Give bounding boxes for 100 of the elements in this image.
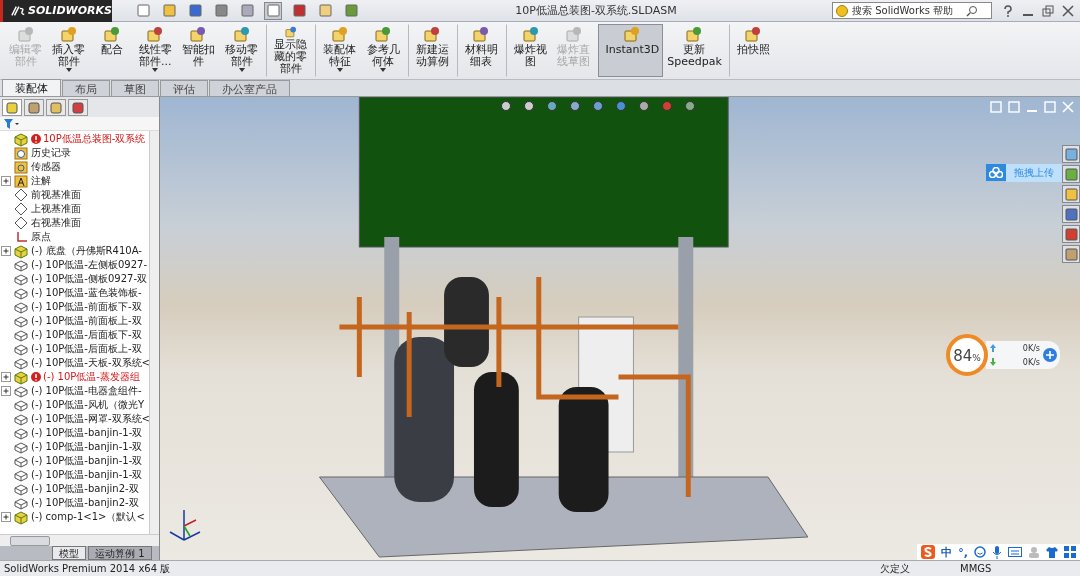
tree-item[interactable]: 前视基准面 xyxy=(31,188,81,202)
tree-item[interactable]: (-) 10P低温-侧板0927-双 xyxy=(31,272,147,286)
tree-item[interactable]: (-) 10P低温-风机（微光Y xyxy=(31,398,145,412)
ribbon-tab[interactable]: 布局 xyxy=(62,80,110,96)
ribbon-tab[interactable]: 装配体 xyxy=(2,79,61,96)
ribbon-button[interactable]: 参考几何体 xyxy=(361,24,405,77)
tree-item[interactable]: (-) 10P低温-前面板上-双 xyxy=(31,314,142,328)
view-tool-icon[interactable] xyxy=(684,100,697,113)
ribbon-button[interactable]: 配合 xyxy=(90,24,134,77)
toolbar-button[interactable] xyxy=(186,1,204,20)
view-tool-icon[interactable] xyxy=(569,100,582,113)
tree-item[interactable]: (-) 10P低温-电器盒组件- xyxy=(31,384,142,398)
toolbar-button[interactable] xyxy=(264,1,282,20)
smiley-icon[interactable] xyxy=(974,546,986,558)
toolbar-button[interactable] xyxy=(212,1,230,20)
tree-item[interactable]: (-) 10P低温-banjin2-双 xyxy=(31,496,139,510)
microphone-icon[interactable] xyxy=(992,545,1002,559)
tile-left-icon[interactable] xyxy=(990,101,1002,113)
tile-right-icon[interactable] xyxy=(1008,101,1020,113)
view-tool-icon[interactable] xyxy=(500,100,513,113)
toolbar-button[interactable] xyxy=(238,1,256,20)
ribbon-tab[interactable]: 草图 xyxy=(111,80,159,96)
tree-item[interactable]: (-) 10P低温-前面板下-双 xyxy=(31,300,142,314)
unit-system[interactable]: MMGS xyxy=(960,563,1080,574)
expand-icon[interactable] xyxy=(1,246,11,256)
ime-logo-icon[interactable] xyxy=(921,545,936,559)
ribbon-tab[interactable]: 评估 xyxy=(160,80,208,96)
tree-item[interactable]: (-) 10P低温-网罩-双系统< xyxy=(31,412,150,426)
expand-icon[interactable] xyxy=(1,372,11,382)
ribbon-button[interactable]: 移动零部件 xyxy=(219,24,264,77)
task-pane-tab[interactable] xyxy=(1062,205,1080,223)
view-tool-icon[interactable] xyxy=(546,100,559,113)
tree-item[interactable]: (-) 10P低温-banjin-1-双 xyxy=(31,468,143,482)
ribbon-button[interactable]: 拍快照 xyxy=(728,24,775,77)
tree-item[interactable]: (-) 10P低温-banjin2-双 xyxy=(31,482,139,496)
tree-item[interactable]: (-) 10P低温-蓝色装饰板- xyxy=(31,286,142,300)
close-icon[interactable] xyxy=(1062,4,1074,17)
tree-item[interactable]: (-) 10P低温-后面板下-双 xyxy=(31,328,142,342)
view-tool-icon[interactable] xyxy=(523,100,536,113)
panel-tab[interactable] xyxy=(2,99,22,116)
tree-item[interactable]: 注解 xyxy=(31,174,51,188)
tree-item[interactable]: 历史记录 xyxy=(31,146,71,160)
tree-item[interactable]: (-) 10P低温-banjin-1-双 xyxy=(31,440,143,454)
expand-icon[interactable] xyxy=(1,386,11,396)
help-icon[interactable] xyxy=(1002,4,1014,17)
tree-item[interactable]: (-) 10P低温-天板-双系统< xyxy=(31,356,150,370)
grid-icon[interactable] xyxy=(1064,546,1076,558)
tree-item[interactable]: (-) 10P低温-左侧板0927- xyxy=(31,258,147,272)
task-pane-tab[interactable] xyxy=(1062,225,1080,243)
ribbon-button[interactable]: 装配体特征 xyxy=(315,24,362,77)
toolbar-button[interactable] xyxy=(290,1,308,20)
ribbon-button[interactable]: 插入零部件 xyxy=(47,24,91,77)
ribbon-button[interactable]: 智能扣件 xyxy=(176,24,220,77)
ribbon-button[interactable]: 线性零部件... xyxy=(133,24,177,77)
panel-tab[interactable] xyxy=(24,99,44,116)
expand-icon[interactable] xyxy=(1,512,11,522)
ribbon-button[interactable]: 爆炸视图 xyxy=(506,24,553,77)
tree-item[interactable]: 10P低温总装图-双系统 xyxy=(43,132,146,146)
panel-tab[interactable] xyxy=(46,99,66,116)
tree-item[interactable]: (-) 10P低温-后面板上-双 xyxy=(31,342,142,356)
ime-mode[interactable]: 中 xyxy=(941,544,953,560)
task-pane-tab[interactable] xyxy=(1062,185,1080,203)
bottom-tab[interactable]: 模型 xyxy=(52,546,86,560)
tree-item[interactable]: (-) comp-1<1>（默认< xyxy=(31,510,145,524)
toolbar-button[interactable] xyxy=(160,1,178,20)
ribbon-button[interactable]: 材料明细表 xyxy=(456,24,504,77)
memory-gauge[interactable]: 84% xyxy=(946,334,988,376)
tree-item[interactable]: (-) 底盘（丹佛斯R410A- xyxy=(31,244,142,258)
shirt-icon[interactable] xyxy=(1046,546,1058,558)
tree-item[interactable]: (-) 10P低温-banjin-1-双 xyxy=(31,454,143,468)
task-pane-tab[interactable] xyxy=(1062,165,1080,183)
add-button[interactable] xyxy=(1043,348,1057,362)
tree-item[interactable]: 上视基准面 xyxy=(31,202,81,216)
keyboard-icon[interactable] xyxy=(1008,547,1022,557)
toolbar-button[interactable] xyxy=(342,1,360,20)
panel-tab[interactable] xyxy=(68,99,88,116)
search-field[interactable]: 搜索 SolidWorks 帮助 xyxy=(832,2,992,19)
view-tool-icon[interactable] xyxy=(615,100,628,113)
ribbon-button[interactable]: 新建运动算例 xyxy=(407,24,454,77)
ribbon-button[interactable]: Instant3D xyxy=(598,24,664,77)
search-icon[interactable] xyxy=(966,4,978,17)
ribbon-button[interactable]: 显示隐藏的零部件 xyxy=(266,24,313,77)
view-tool-icon[interactable] xyxy=(592,100,605,113)
bottom-tab[interactable]: 运动算例 1 xyxy=(88,546,152,560)
scroll-thumb[interactable] xyxy=(10,535,50,546)
view-tool-icon[interactable] xyxy=(638,100,651,113)
tree-item[interactable]: 右视基准面 xyxy=(31,216,81,230)
scroll-bar[interactable] xyxy=(149,131,159,534)
expand-icon[interactable] xyxy=(1,176,11,186)
tree-item[interactable]: (-) 10P低温-蒸发器组 xyxy=(43,370,140,384)
restore-icon[interactable] xyxy=(1042,4,1054,17)
ribbon-tab[interactable]: 办公室产品 xyxy=(209,80,290,96)
punctuation-mode[interactable]: °, xyxy=(958,545,968,559)
toolbar-button[interactable] xyxy=(134,1,152,20)
ribbon-button[interactable]: 更新Speedpak xyxy=(663,24,726,77)
toolbar-button[interactable] xyxy=(316,1,334,20)
tree-item[interactable]: (-) 10P低温-banjin-1-双 xyxy=(31,426,143,440)
filter-icon[interactable] xyxy=(4,118,20,129)
tree-item[interactable]: 传感器 xyxy=(31,160,61,174)
task-pane-tab[interactable] xyxy=(1062,145,1080,163)
